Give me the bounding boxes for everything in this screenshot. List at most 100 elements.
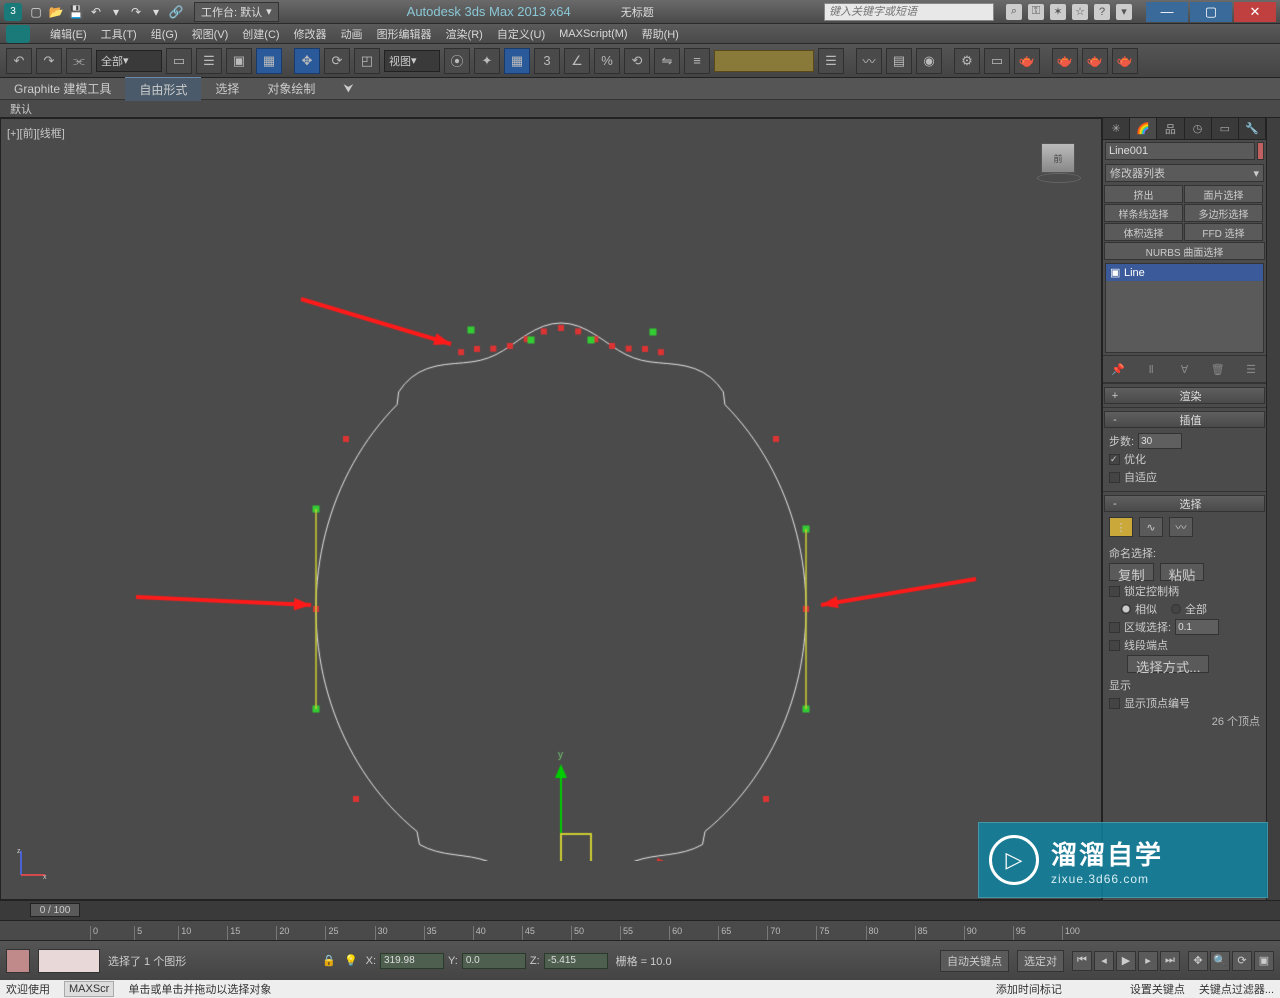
select-by-button[interactable]: 选择方式... — [1127, 655, 1209, 673]
viewport[interactable]: [+][前][线框] 前 z x — [0, 118, 1102, 900]
optimize-checkbox[interactable] — [1109, 454, 1120, 465]
pin-stack-icon[interactable]: 📌 — [1109, 360, 1127, 378]
orbit-icon[interactable]: ⟳ — [1232, 951, 1252, 971]
spinner-snap-button[interactable]: ⟲ — [624, 48, 650, 74]
x-field[interactable] — [380, 953, 444, 969]
goto-start-icon[interactable]: ⏮ — [1072, 951, 1092, 971]
area-select-checkbox[interactable] — [1109, 622, 1120, 633]
help-drop-icon[interactable]: ▾ — [1116, 4, 1132, 20]
pivot-button[interactable]: ⦿ — [444, 48, 470, 74]
percent-snap-button[interactable]: % — [594, 48, 620, 74]
pan-icon[interactable]: ✥ — [1188, 951, 1208, 971]
goto-end-icon[interactable]: ⏭ — [1160, 951, 1180, 971]
add-time-tag[interactable]: 添加时间标记 — [996, 981, 1062, 997]
configure-sets-icon[interactable]: ☰ — [1242, 360, 1260, 378]
render-frame-button[interactable]: ▭ — [984, 48, 1010, 74]
motion-tab-icon[interactable]: ◷ — [1185, 118, 1212, 139]
ribbon-tab-graphite[interactable]: Graphite 建模工具 — [0, 77, 125, 100]
expand-icon[interactable]: ▣ — [1110, 266, 1120, 279]
maxscript-tab[interactable]: MAXScr — [64, 981, 114, 997]
mod-btn-extrude[interactable]: 挤出 — [1104, 185, 1183, 203]
menu-edit[interactable]: 编辑(E) — [50, 26, 87, 42]
ribbon-tab-freeform[interactable]: 自由形式 — [125, 77, 201, 101]
segment-level-icon[interactable]: ∿ — [1139, 517, 1163, 537]
area-select-spinner[interactable] — [1175, 619, 1219, 635]
redo-drop-icon[interactable]: ▾ — [148, 4, 164, 20]
mod-btn-ffdsel[interactable]: FFD 选择 — [1184, 223, 1263, 241]
lock-handles-checkbox[interactable] — [1109, 586, 1120, 597]
all-radio[interactable] — [1171, 604, 1181, 614]
undo-button[interactable]: ↶ — [6, 48, 32, 74]
scale-button[interactable]: ◰ — [354, 48, 380, 74]
steps-spinner[interactable] — [1138, 433, 1182, 449]
viewcube-compass[interactable] — [1037, 173, 1081, 183]
selection-filter[interactable]: 全部 ▾ — [96, 50, 162, 72]
spline-level-icon[interactable]: 〰 — [1169, 517, 1193, 537]
link-icon[interactable]: 🔗 — [168, 4, 184, 20]
menu-tools[interactable]: 工具(T) — [101, 26, 137, 42]
favorite-icon[interactable]: ☆ — [1072, 4, 1088, 20]
show-vertex-numbers-checkbox[interactable] — [1109, 698, 1120, 709]
exchange-icon[interactable]: ✶ — [1050, 4, 1066, 20]
menu-modifiers[interactable]: 修改器 — [294, 26, 327, 42]
rotate-button[interactable]: ⟳ — [324, 48, 350, 74]
teapot2-icon[interactable]: 🫖 — [1112, 48, 1138, 74]
modifier-stack[interactable]: ▣ Line — [1105, 263, 1264, 353]
key-icon[interactable]: ⚿ — [1028, 4, 1044, 20]
panel-gutter[interactable] — [1266, 118, 1280, 900]
help-icon[interactable]: ? — [1094, 4, 1110, 20]
mod-btn-nurbs[interactable]: NURBS 曲面选择 — [1104, 242, 1265, 260]
utilities-tab-icon[interactable]: 🔧 — [1239, 118, 1266, 139]
ribbon-tab-objectpaint[interactable]: 对象绘制 — [253, 77, 329, 100]
hierarchy-tab-icon[interactable]: 品 — [1157, 118, 1184, 139]
teapot-icon[interactable]: 🫖 — [1082, 48, 1108, 74]
link-button[interactable]: ⫘ — [66, 48, 92, 74]
redo-icon[interactable]: ↷ — [128, 4, 144, 20]
rollout-interp-header[interactable]: - 插值 — [1104, 411, 1265, 428]
show-end-result-icon[interactable]: Ⅱ — [1142, 360, 1160, 378]
minimize-button[interactable]: — — [1146, 2, 1188, 22]
mod-btn-polysel[interactable]: 多边形选择 — [1184, 204, 1263, 222]
close-button[interactable]: ✕ — [1234, 2, 1276, 22]
angle-snap-button[interactable]: ∠ — [564, 48, 590, 74]
select-object-button[interactable]: ▭ — [166, 48, 192, 74]
modifier-list-dropdown[interactable]: 修改器列表▾ — [1105, 164, 1264, 182]
rollout-render-header[interactable]: + 渲染 — [1104, 387, 1265, 404]
save-icon[interactable]: 💾 — [68, 4, 84, 20]
snap-toggle-button[interactable]: ▦ — [504, 48, 530, 74]
y-field[interactable] — [462, 953, 526, 969]
make-unique-icon[interactable]: ∀ — [1176, 360, 1194, 378]
mirror-button[interactable]: ⇋ — [654, 48, 680, 74]
open-icon[interactable]: 📂 — [48, 4, 64, 20]
search-input[interactable] — [824, 3, 994, 21]
ribbon-sub-label[interactable]: 默认 — [10, 101, 32, 117]
mod-btn-patchsel[interactable]: 面片选择 — [1184, 185, 1263, 203]
next-frame-icon[interactable]: ▸ — [1138, 951, 1158, 971]
search-icon[interactable]: ⌕ — [1006, 4, 1022, 20]
display-tab-icon[interactable]: ▭ — [1212, 118, 1239, 139]
menu-customize[interactable]: 自定义(U) — [497, 26, 545, 42]
stack-item-line[interactable]: ▣ Line — [1106, 264, 1263, 281]
mod-btn-volsel[interactable]: 体积选择 — [1104, 223, 1183, 241]
named-selection-set[interactable] — [714, 50, 814, 72]
modify-tab-icon[interactable]: 🌈 — [1130, 118, 1157, 139]
menu-maxscript[interactable]: MAXScript(M) — [559, 28, 627, 40]
workspace-selector[interactable]: 工作台: 默认 ▾ — [194, 2, 279, 22]
keyfilter-button[interactable]: 关键点过滤器... — [1199, 981, 1274, 997]
menu-group[interactable]: 组(G) — [151, 26, 178, 42]
paste-button[interactable]: 粘贴 — [1160, 563, 1205, 581]
setkey-button[interactable]: 设置关键点 — [1130, 981, 1185, 997]
snap-3d-button[interactable]: 3 — [534, 48, 560, 74]
quick-render-button[interactable]: 🫖 — [1052, 48, 1078, 74]
segment-end-checkbox[interactable] — [1109, 640, 1120, 651]
viewcube[interactable]: 前 — [1037, 139, 1081, 183]
adaptive-checkbox[interactable] — [1109, 472, 1120, 483]
time-slider-track[interactable]: 0 / 100 — [0, 900, 1280, 920]
lock-selection-icon[interactable]: 🔒 — [322, 954, 336, 967]
ribbon-tab-selection[interactable]: 选择 — [201, 77, 253, 100]
app-icon[interactable]: 3 — [4, 3, 22, 21]
script-listener-icon[interactable] — [6, 949, 30, 973]
selected-key-button[interactable]: 选定对 — [1017, 950, 1064, 972]
redo-button[interactable]: ↷ — [36, 48, 62, 74]
menu-views[interactable]: 视图(V) — [192, 26, 229, 42]
